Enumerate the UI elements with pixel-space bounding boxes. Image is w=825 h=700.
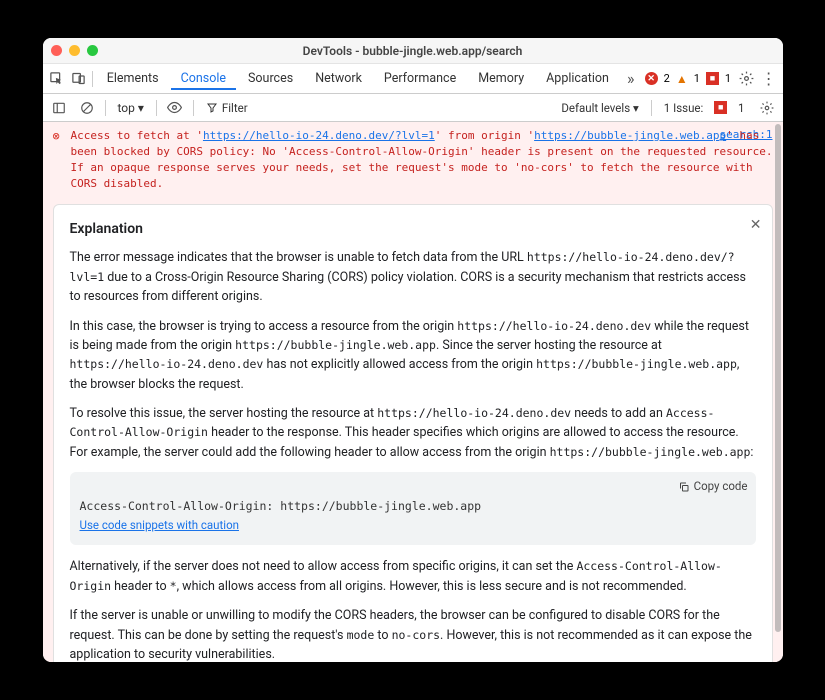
devtools-window: DevTools - bubble-jingle.web.app/search …	[43, 38, 783, 662]
error-url-1[interactable]: https://hello-io-24.deno.dev/?lvl=1	[203, 129, 435, 142]
explanation-paragraph: The error message indicates that the bro…	[70, 248, 756, 306]
inspect-icon[interactable]	[47, 67, 67, 91]
devtools-tabs: Elements Console Sources Network Perform…	[43, 64, 783, 94]
window-title: DevTools - bubble-jingle.web.app/search	[43, 44, 783, 58]
clear-console-icon[interactable]	[75, 96, 99, 120]
scrollbar[interactable]	[775, 124, 781, 632]
log-levels-selector[interactable]: Default levels ▾	[555, 101, 644, 115]
context-selector[interactable]: top ▾	[112, 101, 150, 115]
explanation-paragraph: To resolve this issue, the server hostin…	[70, 404, 756, 462]
tab-sources[interactable]: Sources	[238, 67, 303, 90]
console-settings-icon[interactable]	[755, 96, 779, 120]
close-icon[interactable]: ✕	[750, 215, 762, 237]
error-url-2[interactable]: https://bubble-jingle.web.app	[534, 129, 726, 142]
error-icon: ✕	[645, 72, 658, 85]
issue-icon: ■	[706, 72, 719, 85]
panel-title: Explanation	[70, 219, 756, 241]
filter-icon	[206, 102, 218, 114]
explanation-panel: ✕ Explanation The error message indicate…	[53, 204, 773, 662]
settings-icon[interactable]	[737, 67, 757, 91]
code-example: Copy code Access-Control-Allow-Origin: h…	[70, 472, 756, 545]
issues-link[interactable]: 1 Issue: ■ 1	[658, 101, 751, 115]
status-badges: ✕ 2 ▲ 1 ■ 1	[645, 72, 731, 86]
filter-input[interactable]: Filter	[200, 101, 254, 115]
window-titlebar: DevTools - bubble-jingle.web.app/search	[43, 38, 783, 64]
warning-count: 1	[694, 72, 700, 85]
error-count: 2	[664, 72, 670, 85]
explanation-paragraph: Alternatively, if the server does not ne…	[70, 557, 756, 596]
tab-elements[interactable]: Elements	[97, 67, 169, 90]
tab-application[interactable]: Application	[536, 67, 619, 90]
console-toolbar: top ▾ Filter Default levels ▾ 1 Issue: ■…	[43, 94, 783, 122]
issue-count: 1	[725, 72, 731, 85]
more-tabs-icon[interactable]: »	[621, 67, 641, 91]
console-error-line: Access to fetch at 'https://hello-io-24.…	[43, 122, 783, 198]
warning-icon: ▲	[676, 72, 688, 86]
explanation-paragraph: If the server is unable or unwilling to …	[70, 606, 756, 662]
issue-icon: ■	[714, 101, 727, 114]
tab-performance[interactable]: Performance	[374, 67, 466, 90]
tab-console[interactable]: Console	[171, 67, 236, 90]
tab-memory[interactable]: Memory	[468, 67, 534, 90]
console-output: search:1 Access to fetch at 'https://hel…	[43, 122, 783, 662]
explanation-paragraph: In this case, the browser is trying to a…	[70, 317, 756, 395]
eye-icon[interactable]	[163, 96, 187, 120]
copy-code-button[interactable]: Copy code	[678, 478, 748, 496]
code-content: Access-Control-Allow-Origin: https://bub…	[80, 480, 746, 516]
device-icon[interactable]	[68, 67, 88, 91]
tab-network[interactable]: Network	[305, 67, 372, 90]
code-caution-link[interactable]: Use code snippets with caution	[80, 518, 239, 532]
copy-icon	[678, 481, 690, 493]
kebab-icon[interactable]: ⋮	[759, 67, 779, 91]
sidebar-toggle-icon[interactable]	[47, 96, 71, 120]
